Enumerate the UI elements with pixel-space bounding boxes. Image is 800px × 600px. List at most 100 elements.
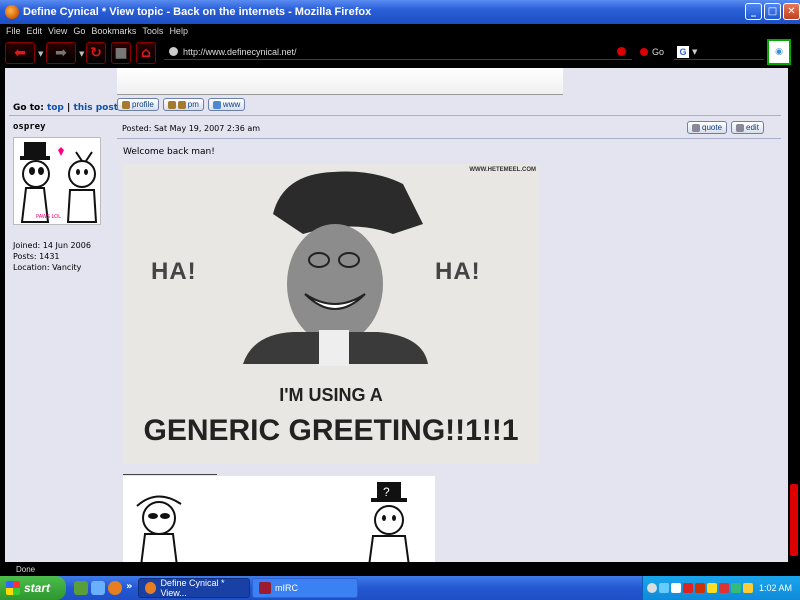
- author-joined: Joined: 14 Jun 2006: [13, 241, 91, 250]
- goto-links: Go to: top | this post: [13, 103, 118, 113]
- post-author[interactable]: osprey: [13, 122, 46, 132]
- menu-view[interactable]: View: [48, 26, 67, 36]
- edit-label: edit: [746, 123, 759, 132]
- forward-history-dropdown[interactable]: ▼: [79, 50, 84, 58]
- menu-help[interactable]: Help: [169, 26, 188, 36]
- www-label: www: [222, 100, 241, 109]
- quicklaunch-app-icon[interactable]: [74, 581, 88, 595]
- previous-post-image: [117, 68, 563, 95]
- task-firefox-label: Define Cynical * View...: [160, 578, 225, 598]
- go-icon: [640, 48, 648, 56]
- start-button[interactable]: start: [0, 576, 66, 600]
- quote-label: quote: [702, 123, 723, 132]
- status-bar: Done: [0, 562, 800, 576]
- meme-ha-left: HA!: [151, 258, 197, 285]
- rss-feed-icon[interactable]: [617, 47, 626, 56]
- tray-zonealarm-icon[interactable]: [719, 583, 729, 593]
- firefox-task-icon: [145, 582, 157, 594]
- tray-app-icon[interactable]: [671, 583, 681, 593]
- previous-post-buttons: profile pm www: [117, 98, 246, 111]
- quicklaunch-firefox-icon[interactable]: [108, 581, 122, 595]
- windows-taskbar: start » Define Cynical * View... mIRC 1:…: [0, 576, 800, 600]
- meme-image: WWW.HETEMEEL.COM HA! HA! I'M USING A GEN…: [123, 164, 539, 464]
- window-title-bar[interactable]: Define Cynical * View topic - Back on th…: [0, 0, 800, 24]
- goto-this-post-link[interactable]: this post: [73, 103, 118, 113]
- menu-edit[interactable]: Edit: [27, 26, 43, 36]
- page-content: Go to: top | this post profile pm www os…: [0, 68, 788, 562]
- go-button[interactable]: Go: [640, 47, 664, 57]
- pm-icon-second: [177, 100, 186, 109]
- reload-button[interactable]: ↻: [86, 42, 106, 64]
- menu-tools[interactable]: Tools: [142, 26, 163, 36]
- www-icon: [212, 100, 221, 109]
- tray-security-shield-icon[interactable]: [743, 583, 753, 593]
- edit-button[interactable]: edit: [731, 121, 764, 134]
- menu-file[interactable]: File: [6, 26, 21, 36]
- post-header-divider: [117, 138, 781, 139]
- edit-icon: [736, 123, 745, 132]
- post-message: Welcome back man!: [123, 147, 215, 157]
- www-button[interactable]: www: [207, 98, 246, 111]
- minimize-button[interactable]: _: [745, 3, 762, 20]
- scrollbar-thumb[interactable]: [790, 484, 798, 556]
- task-mirc[interactable]: mIRC: [252, 578, 358, 598]
- url-text[interactable]: http://www.definecynical.net/: [183, 47, 297, 57]
- quote-icon: [692, 123, 700, 132]
- avatar-drawing: [20, 142, 98, 223]
- quote-button[interactable]: quote: [687, 121, 728, 134]
- throbber-icon: ◉: [767, 39, 791, 65]
- tray-network-icon[interactable]: [659, 583, 669, 593]
- goto-top-link[interactable]: top: [47, 103, 64, 113]
- meme-line2: GENERIC GREETING!!1!!1: [143, 414, 519, 447]
- search-bar[interactable]: G ▼: [674, 44, 764, 60]
- post-date: Posted: Sat May 19, 2007 2:36 am: [122, 124, 261, 133]
- home-button[interactable]: ⌂: [136, 42, 156, 64]
- url-bar[interactable]: http://www.definecynical.net/: [164, 44, 632, 60]
- meme-ha-right: HA!: [435, 258, 481, 285]
- user-avatar: PAWS LOL: [13, 137, 101, 225]
- system-tray: 1:02 AM: [642, 576, 800, 600]
- close-button[interactable]: ✕: [783, 3, 800, 20]
- menu-bookmarks[interactable]: Bookmarks: [91, 26, 136, 36]
- author-posts: Posts: 1431: [13, 252, 60, 261]
- back-arrow-icon: ⬅: [14, 45, 26, 61]
- pm-icon: [167, 100, 176, 109]
- meme-line1: I'M USING A: [279, 385, 383, 405]
- mirc-task-icon: [259, 582, 271, 594]
- pm-button[interactable]: pm: [162, 98, 204, 111]
- goto-separator: |: [67, 103, 71, 113]
- quicklaunch-expand-icon[interactable]: »: [126, 581, 132, 592]
- svg-text:?: ?: [383, 485, 390, 499]
- maximize-button[interactable]: □: [764, 3, 781, 20]
- navigation-toolbar: ⬅ ▼ ➡ ▼ ↻ ■ ⌂ http://www.definecynical.n…: [0, 38, 800, 68]
- menu-go[interactable]: Go: [73, 26, 85, 36]
- tray-firewall-icon[interactable]: [695, 583, 705, 593]
- menu-bar: File Edit View Go Bookmarks Tools Help: [0, 24, 800, 38]
- author-location: Location: Vancity: [13, 263, 82, 272]
- tray-expand-icon[interactable]: [647, 583, 657, 593]
- task-mirc-label: mIRC: [275, 583, 298, 593]
- stop-button[interactable]: ■: [111, 42, 131, 64]
- task-firefox[interactable]: Define Cynical * View...: [138, 578, 250, 598]
- comic-drawing: ?: [136, 482, 410, 562]
- author-meta: Joined: 14 Jun 2006 Posts: 1431 Location…: [13, 240, 91, 273]
- forward-button[interactable]: ➡: [46, 42, 76, 64]
- back-button[interactable]: ⬅: [5, 42, 35, 64]
- tray-antivirus-icon[interactable]: [683, 583, 693, 593]
- back-history-dropdown[interactable]: ▼: [38, 50, 43, 58]
- status-text: Done: [16, 564, 36, 574]
- firefox-icon: [5, 5, 19, 19]
- pm-label: pm: [187, 100, 199, 109]
- go-label: Go: [652, 47, 665, 57]
- tray-sound-icon[interactable]: [731, 583, 741, 593]
- search-engine-icon[interactable]: G: [677, 45, 689, 58]
- signature-comic: ?: [123, 476, 435, 562]
- home-icon: ⌂: [140, 45, 152, 61]
- signature-divider: [123, 474, 217, 475]
- search-engine-dropdown-icon[interactable]: ▼: [692, 48, 697, 56]
- taskbar-clock[interactable]: 1:02 AM: [759, 583, 792, 593]
- quicklaunch-desktop-icon[interactable]: [91, 581, 105, 595]
- vertical-scrollbar[interactable]: [788, 68, 800, 562]
- profile-button[interactable]: profile: [117, 98, 159, 111]
- tray-messenger-icon[interactable]: [707, 583, 717, 593]
